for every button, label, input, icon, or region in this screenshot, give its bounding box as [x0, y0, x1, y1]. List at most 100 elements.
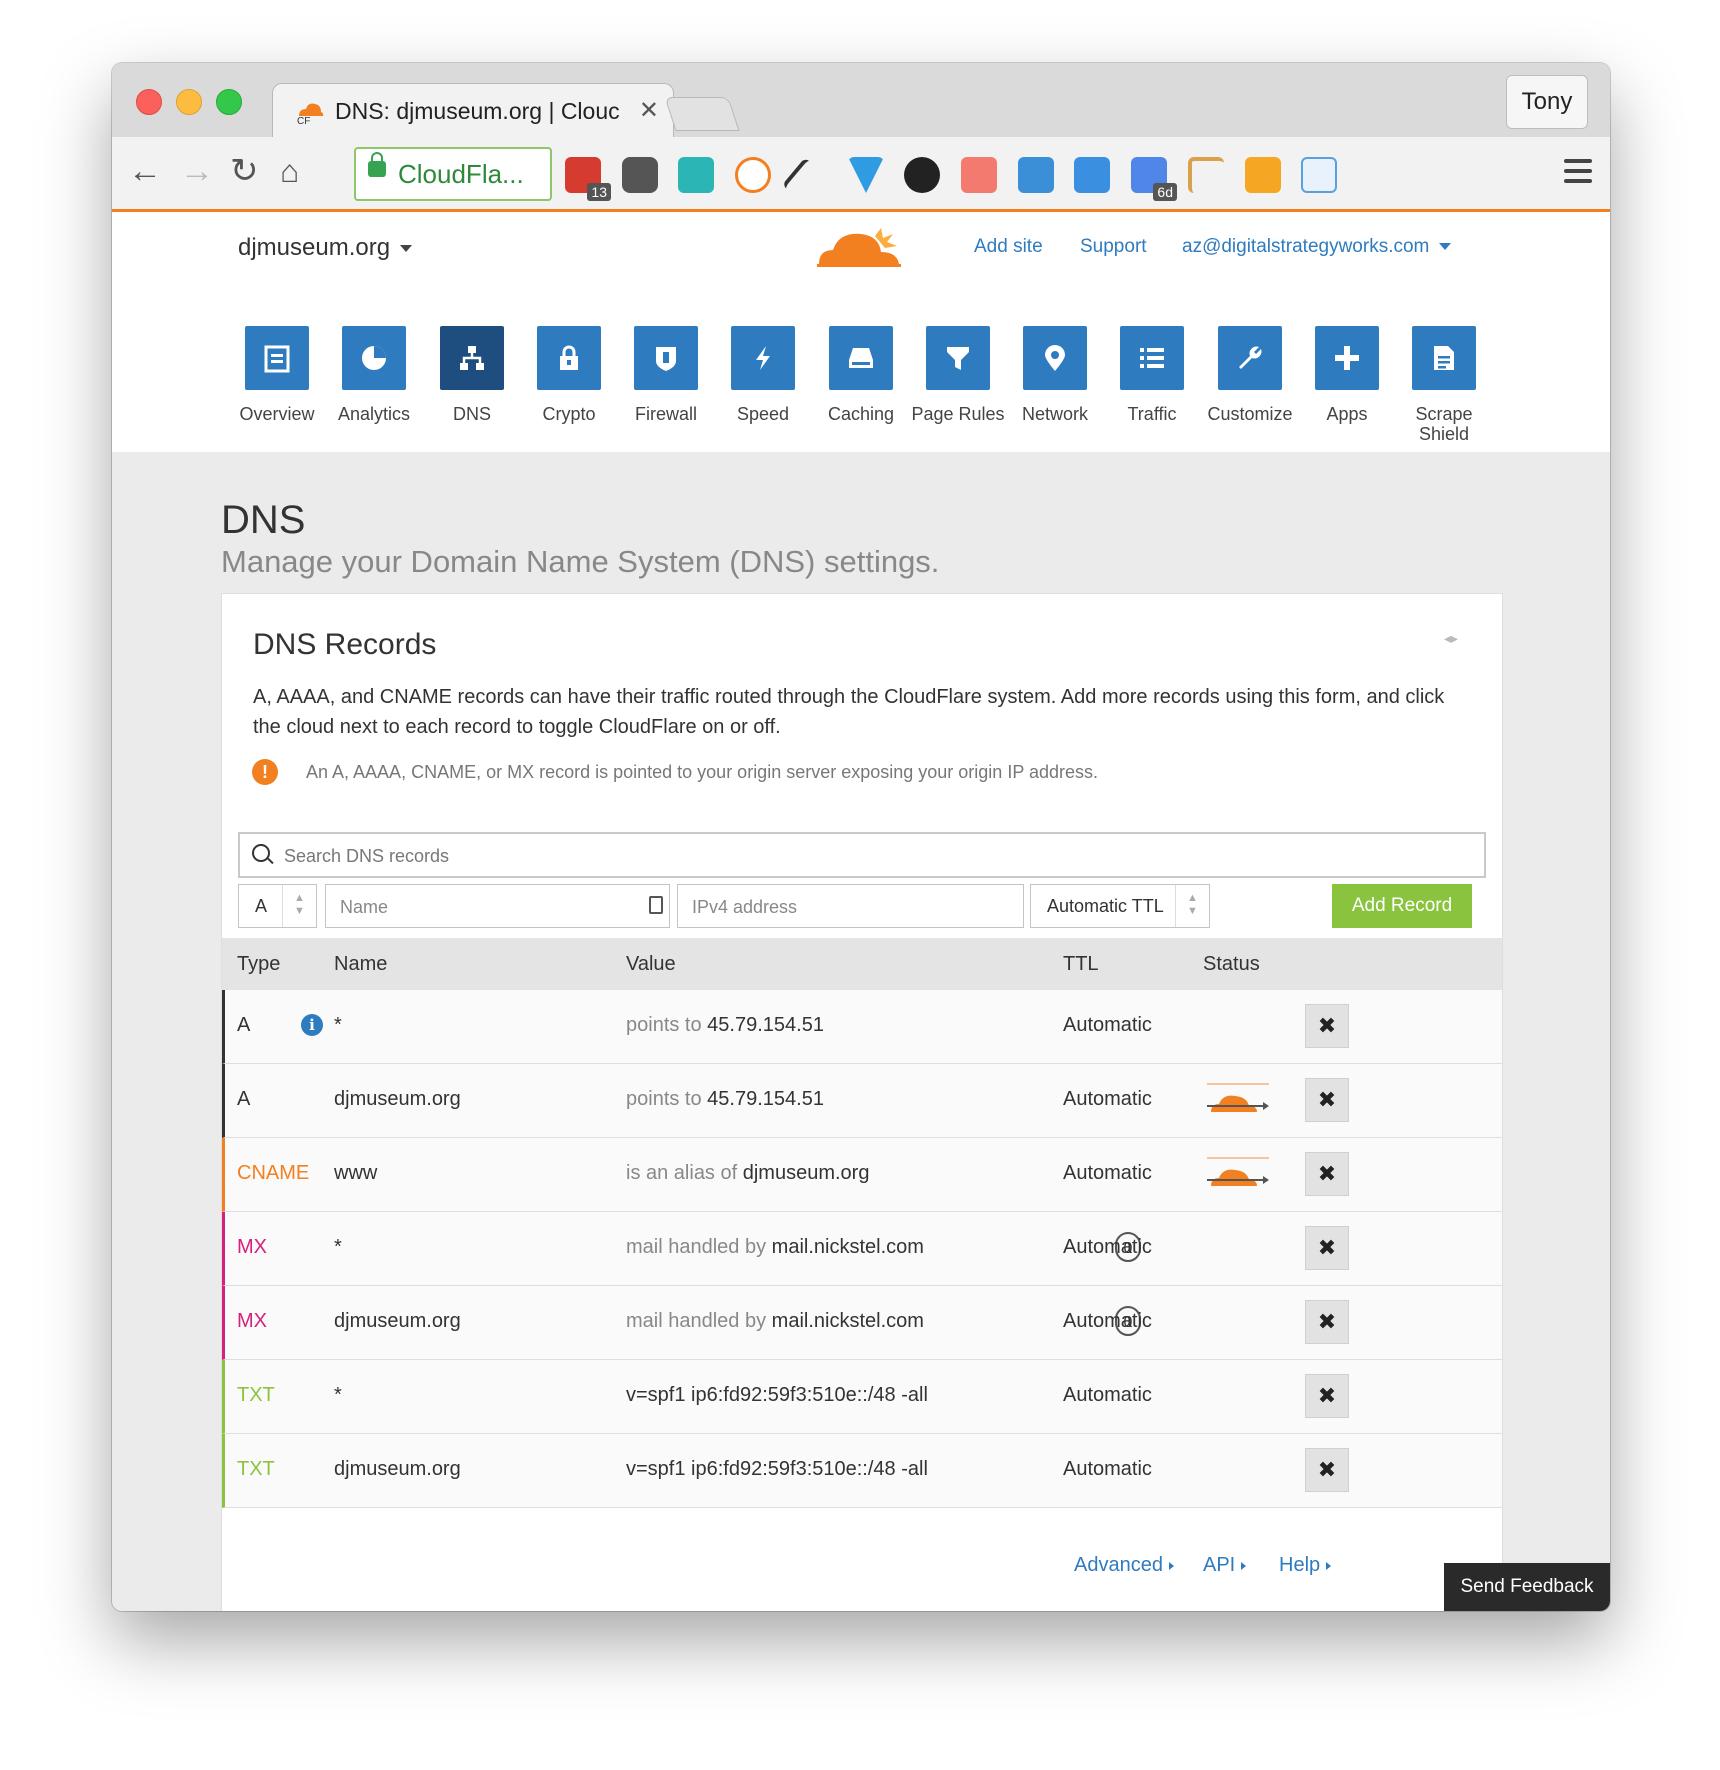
- table-row[interactable]: Adjmuseum.org points to 45.79.154.51 Autom…: [222, 1064, 1502, 1138]
- browser-tab[interactable]: CF DNS: djmuseum.org | Clouc ✕: [272, 83, 674, 138]
- record-name[interactable]: *: [334, 1014, 342, 1037]
- delete-record-button[interactable]: ✖: [1305, 1152, 1349, 1196]
- record-ttl[interactable]: Automatic: [1063, 1162, 1152, 1185]
- search-dns-records[interactable]: [238, 832, 1486, 878]
- table-row[interactable]: CNAME www is an alias of djmuseum.org Autom…: [222, 1138, 1502, 1212]
- nav-crypto[interactable]: Crypto: [520, 326, 618, 424]
- nav-overview[interactable]: Overview: [228, 326, 326, 424]
- cloudflare-proxy-cloud-icon[interactable]: [1203, 1082, 1273, 1122]
- reload-icon[interactable]: ↻: [230, 151, 259, 191]
- record-value[interactable]: points to 45.79.154.51: [626, 1014, 824, 1037]
- record-name[interactable]: djmuseum.org: [334, 1088, 461, 1111]
- extension-b-icon[interactable]: [735, 157, 771, 193]
- nav-speed[interactable]: Speed: [714, 326, 812, 424]
- maximize-window-button[interactable]: [216, 89, 242, 115]
- name-input[interactable]: [338, 885, 632, 929]
- name-field[interactable]: [325, 884, 670, 929]
- record-ttl[interactable]: Automatic: [1063, 1088, 1152, 1111]
- record-value[interactable]: mail handled by mail.nickstel.com: [626, 1236, 924, 1259]
- record-name[interactable]: www: [334, 1162, 377, 1185]
- window-extension-icon[interactable]: [1301, 157, 1337, 193]
- ttl-select[interactable]: Automatic TTL ▲ ▼: [1030, 884, 1210, 928]
- nav-caching[interactable]: Caching: [812, 326, 910, 424]
- table-row[interactable]: MX * mail handled by mail.nickstel.com 0 Aut…: [222, 1212, 1502, 1286]
- nav-firewall[interactable]: Firewall: [617, 326, 715, 424]
- extension-red-icon[interactable]: 13: [565, 157, 611, 201]
- tab-close-icon[interactable]: ✕: [639, 96, 659, 125]
- nav-traffic[interactable]: Traffic: [1103, 326, 1201, 424]
- address-bar[interactable]: CloudFla...: [354, 147, 552, 201]
- record-name[interactable]: djmuseum.org: [334, 1310, 461, 1333]
- home-icon[interactable]: ⌂: [280, 151, 299, 191]
- record-ttl[interactable]: Automatic: [1063, 1014, 1152, 1037]
- help-link[interactable]: Help: [1279, 1554, 1332, 1577]
- camera-lens-icon[interactable]: [904, 157, 940, 193]
- account-menu[interactable]: az@digitalstrategyworks.com: [1182, 236, 1452, 258]
- profile-button[interactable]: Tony: [1506, 75, 1588, 129]
- record-ttl[interactable]: Automatic: [1063, 1384, 1152, 1407]
- ipv4-field[interactable]: [677, 884, 1024, 929]
- record-name[interactable]: *: [334, 1384, 342, 1407]
- extension-check-icon[interactable]: [1074, 157, 1110, 193]
- nav-apps[interactable]: Apps: [1298, 326, 1396, 424]
- extension-c-icon[interactable]: [678, 157, 714, 193]
- table-row[interactable]: Ai * points to 45.79.154.51 Automatic ✖: [222, 990, 1502, 1064]
- send-feedback-button[interactable]: Send Feedback: [1444, 1563, 1610, 1611]
- info-icon[interactable]: i: [301, 1014, 323, 1036]
- site-selector[interactable]: djmuseum.org: [238, 234, 413, 262]
- help-link-label: Help: [1279, 1554, 1321, 1576]
- table-row[interactable]: MX djmuseum.org mail handled by mail.nicks…: [222, 1286, 1502, 1360]
- record-ttl[interactable]: Automatic: [1063, 1310, 1152, 1333]
- delete-record-button[interactable]: ✖: [1305, 1374, 1349, 1418]
- cloudflare-proxy-cloud-icon[interactable]: [1203, 1156, 1273, 1196]
- nav-scrape-shield[interactable]: Scrape Shield: [1395, 326, 1493, 444]
- analytics-extension-icon[interactable]: [1245, 157, 1281, 193]
- new-tab-button[interactable]: [664, 97, 740, 131]
- browser-menu-icon[interactable]: [1564, 159, 1592, 189]
- record-ttl[interactable]: Automatic: [1063, 1236, 1152, 1259]
- record-value[interactable]: mail handled by mail.nickstel.com: [626, 1310, 924, 1333]
- collapse-arrows-icon[interactable]: ◂▸: [1444, 630, 1458, 647]
- record-type-select[interactable]: A ▲ ▼: [238, 884, 317, 928]
- ipv4-input[interactable]: [690, 885, 1014, 929]
- table-row[interactable]: TXT djmuseum.org v=spf1 ip6:fd92:59f3:510e…: [222, 1434, 1502, 1508]
- delete-record-button[interactable]: ✖: [1305, 1078, 1349, 1122]
- support-link[interactable]: Support: [1080, 236, 1147, 258]
- calendar-icon[interactable]: 6d: [1131, 157, 1177, 201]
- back-icon[interactable]: ←: [128, 151, 162, 191]
- record-value-target: 45.79.154.51: [707, 1014, 824, 1036]
- nav-label: Apps: [1326, 404, 1368, 424]
- record-name[interactable]: *: [334, 1236, 342, 1259]
- record-value[interactable]: is an alias of djmuseum.org: [626, 1162, 869, 1185]
- close-window-button[interactable]: [136, 89, 162, 115]
- record-value[interactable]: points to 45.79.154.51: [626, 1088, 824, 1111]
- record-name[interactable]: djmuseum.org: [334, 1458, 461, 1481]
- delete-record-button[interactable]: ✖: [1305, 1004, 1349, 1048]
- nav-network[interactable]: Network: [1006, 326, 1104, 424]
- funnel-icon[interactable]: [848, 157, 884, 193]
- pocket-icon[interactable]: [622, 157, 658, 193]
- delete-record-button[interactable]: ✖: [1305, 1448, 1349, 1492]
- search-input[interactable]: [282, 834, 1466, 878]
- api-link[interactable]: API: [1203, 1554, 1247, 1577]
- add-site-link[interactable]: Add site: [974, 236, 1043, 258]
- forward-icon[interactable]: →: [180, 151, 214, 191]
- record-value[interactable]: v=spf1 ip6:fd92:59f3:510e::/48 -all: [626, 1384, 928, 1407]
- extension-x-icon[interactable]: [1018, 157, 1054, 193]
- nav-customize[interactable]: Customize: [1201, 326, 1299, 424]
- minimize-window-button[interactable]: [176, 89, 202, 115]
- extension-badge: 6d: [1153, 183, 1177, 201]
- delete-record-button[interactable]: ✖: [1305, 1300, 1349, 1344]
- extension-k-icon[interactable]: [961, 157, 997, 193]
- advanced-link[interactable]: Advanced: [1074, 1554, 1174, 1577]
- table-row[interactable]: TXT * v=spf1 ip6:fd92:59f3:510e::/48 -all A…: [222, 1360, 1502, 1434]
- record-value[interactable]: v=spf1 ip6:fd92:59f3:510e::/48 -all: [626, 1458, 928, 1481]
- delete-record-button[interactable]: ✖: [1305, 1226, 1349, 1270]
- nav-analytics[interactable]: Analytics: [325, 326, 423, 424]
- ruler-icon[interactable]: [1188, 157, 1224, 193]
- add-record-button[interactable]: Add Record: [1332, 884, 1472, 928]
- record-ttl[interactable]: Automatic: [1063, 1458, 1152, 1481]
- nav-page-rules[interactable]: Page Rules: [909, 326, 1007, 424]
- eyedropper-icon[interactable]: [781, 157, 815, 193]
- nav-dns[interactable]: DNS: [423, 326, 521, 424]
